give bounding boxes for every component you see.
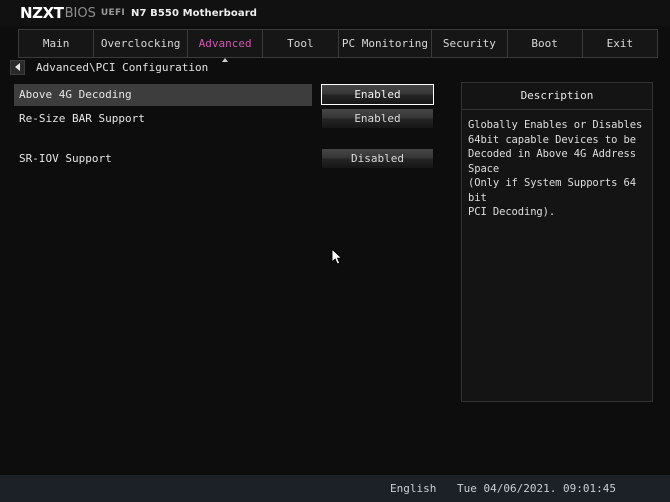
- setting-value-resize-bar-support[interactable]: Enabled: [321, 108, 434, 129]
- description-panel: Description Globally Enables or Disables…: [461, 82, 653, 402]
- setting-label-sr-iov-support: SR-IOV Support: [19, 152, 112, 165]
- setting-label-resize-bar-support: Re-Size BAR Support: [19, 112, 145, 125]
- tab-main[interactable]: Main: [18, 30, 95, 57]
- tab-overclocking[interactable]: Overclocking: [94, 30, 189, 57]
- tab-security-label: Security: [442, 37, 496, 50]
- mouse-pointer-icon: [331, 248, 343, 265]
- tab-exit-label: Exit: [606, 37, 634, 50]
- tab-pc-monitoring-label: PC Monitoring: [341, 37, 428, 50]
- motherboard-model-label: N7 B550 Motherboard: [131, 7, 258, 19]
- setting-label-above-4g-decoding: Above 4G Decoding: [19, 88, 132, 101]
- breadcrumb-path: Advanced\PCI Configuration: [36, 60, 209, 74]
- bios-screen: NZXT BIOS UEFI N7 B550 Motherboard Main …: [0, 0, 670, 502]
- tab-boot[interactable]: Boot: [507, 30, 583, 57]
- tab-advanced[interactable]: Advanced: [188, 30, 264, 62]
- back-arrow-icon[interactable]: [10, 59, 25, 75]
- tab-security[interactable]: Security: [432, 30, 508, 57]
- setting-row-resize-bar-support[interactable]: Re-Size BAR Support Enabled: [14, 108, 434, 130]
- status-bar: English Tue 04/06/2021. 09:01:45: [0, 475, 670, 502]
- tab-exit[interactable]: Exit: [582, 30, 658, 57]
- brand-nzxt-logo: NZXT: [20, 4, 64, 22]
- datetime-display[interactable]: Tue 04/06/2021. 09:01:45: [457, 482, 616, 495]
- tab-overclocking-label: Overclocking: [100, 37, 181, 50]
- breadcrumb: Advanced\PCI Configuration: [10, 58, 660, 76]
- tab-pc-monitoring[interactable]: PC Monitoring: [338, 30, 433, 57]
- brand-bios-label: BIOS: [64, 5, 96, 21]
- brand-header: NZXT BIOS UEFI N7 B550 Motherboard: [0, 0, 670, 26]
- tab-tool[interactable]: Tool: [263, 30, 339, 57]
- setting-row-sr-iov-support[interactable]: SR-IOV Support Disabled: [14, 148, 434, 170]
- tab-main-label: Main: [42, 37, 70, 50]
- brand-uefi-label: UEFI: [100, 8, 126, 18]
- settings-list: Above 4G Decoding Enabled Re-Size BAR Su…: [14, 84, 434, 172]
- tab-tool-label: Tool: [287, 37, 314, 50]
- setting-value-above-4g-decoding[interactable]: Enabled: [321, 84, 434, 105]
- description-panel-body: Globally Enables or Disables 64bit capab…: [468, 119, 643, 218]
- tab-boot-label: Boot: [531, 37, 558, 50]
- setting-row-above-4g-decoding[interactable]: Above 4G Decoding Enabled: [14, 84, 434, 106]
- language-selector[interactable]: English: [390, 482, 436, 495]
- setting-value-sr-iov-support[interactable]: Disabled: [321, 148, 434, 169]
- tab-advanced-label: Advanced: [198, 37, 252, 50]
- back-arrow-glyph: [15, 63, 20, 71]
- description-panel-title: Description: [462, 83, 652, 110]
- main-tab-bar: Main Overclocking Advanced Tool PC Monit…: [18, 29, 658, 62]
